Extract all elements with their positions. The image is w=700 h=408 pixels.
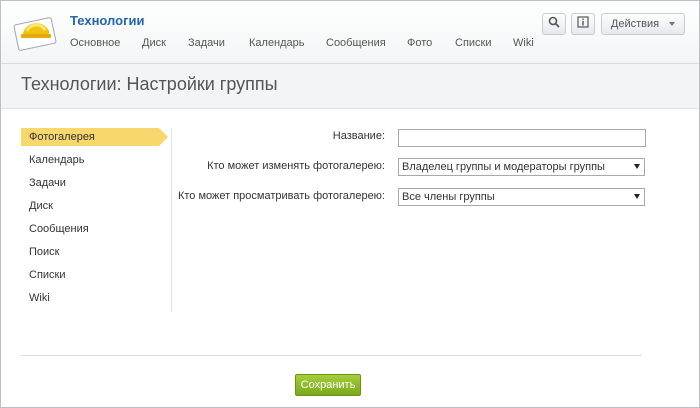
view-permission-value: Все члены группы: [402, 191, 495, 203]
dropdown-arrow-icon: [634, 164, 640, 169]
sidebar-item-search[interactable]: Поиск: [21, 243, 171, 266]
page-title: Технологии: Настройки группы: [21, 74, 278, 94]
settings-sidebar: Фотогалерея Календарь Задачи Диск Сообще…: [21, 128, 172, 312]
search-icon: [548, 15, 560, 33]
window: Технологии Основное Диск Задачи Календар…: [0, 0, 700, 408]
nav-item-photo[interactable]: Фото: [407, 37, 455, 53]
group-nav: Основное Диск Задачи Календарь Сообщения…: [70, 37, 534, 53]
info-icon: [577, 15, 589, 33]
nav-item-lists[interactable]: Списки: [455, 37, 513, 53]
nav-item-main[interactable]: Основное: [70, 37, 142, 53]
name-input[interactable]: [398, 129, 646, 147]
view-permission-select[interactable]: Все члены группы: [398, 188, 645, 206]
chevron-down-icon: [669, 22, 676, 26]
nav-item-calendar[interactable]: Календарь: [249, 37, 326, 53]
edit-permission-select[interactable]: Владелец группы и модераторы группы: [398, 158, 645, 176]
edit-permission-label: Кто может изменять фотогалерею:: [207, 160, 385, 172]
nav-item-disk[interactable]: Диск: [142, 37, 188, 53]
nav-item-tasks[interactable]: Задачи: [188, 37, 249, 53]
group-title[interactable]: Технологии: [70, 13, 144, 28]
sidebar-item-messages[interactable]: Сообщения: [21, 220, 171, 243]
view-permission-label: Кто может просматривать фотогалерею:: [177, 190, 385, 202]
save-button[interactable]: Сохранить: [295, 374, 361, 396]
form-divider: [21, 355, 642, 356]
actions-label: Действия: [610, 18, 660, 30]
nav-item-messages[interactable]: Сообщения: [326, 37, 407, 53]
nav-item-wiki[interactable]: Wiki: [513, 37, 534, 53]
info-button[interactable]: [571, 13, 595, 35]
page-title-bar: Технологии: Настройки группы: [1, 64, 699, 109]
sidebar-item-wiki[interactable]: Wiki: [21, 289, 171, 312]
name-label: Название:: [332, 130, 385, 142]
header: Технологии Основное Диск Задачи Календар…: [1, 1, 699, 64]
group-logo: [13, 7, 59, 53]
dropdown-arrow-icon: [634, 194, 640, 199]
sidebar-item-lists[interactable]: Списки: [21, 266, 171, 289]
search-button[interactable]: [542, 13, 566, 35]
edit-permission-value: Владелец группы и модераторы группы: [402, 161, 605, 173]
actions-button[interactable]: Действия: [601, 13, 685, 35]
